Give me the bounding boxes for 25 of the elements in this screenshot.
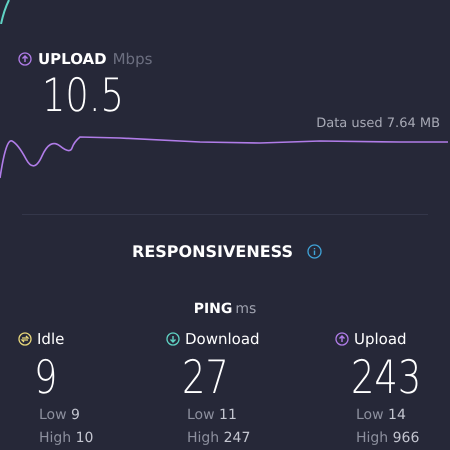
download-icon bbox=[166, 332, 180, 346]
upload-speed: 10.5 bbox=[42, 72, 124, 118]
low-value: Low 14 bbox=[356, 408, 407, 422]
ping-label: Download bbox=[185, 330, 260, 348]
high-value: High 10 bbox=[39, 431, 94, 445]
high-value: High 966 bbox=[356, 431, 420, 445]
low-value: Low 11 bbox=[187, 408, 238, 422]
idle-icon bbox=[18, 332, 32, 346]
ping-value: 243 bbox=[351, 354, 422, 400]
ping-value: 9 bbox=[34, 354, 58, 400]
unit-label: ms bbox=[235, 301, 256, 317]
low-value: Low 9 bbox=[39, 408, 81, 422]
section-title: RESPONSIVENESS bbox=[132, 242, 293, 261]
data-used: Data used 7.64 MB bbox=[316, 116, 440, 131]
ping-label: Upload bbox=[354, 330, 407, 348]
ping-title: PING bbox=[194, 301, 232, 317]
ping-value: 27 bbox=[182, 354, 230, 400]
info-icon[interactable] bbox=[306, 244, 322, 259]
unit-label: Mbps bbox=[112, 50, 152, 68]
upload-icon bbox=[335, 332, 349, 346]
upload-label: UPLOAD bbox=[38, 50, 107, 68]
upload-icon bbox=[18, 52, 32, 66]
gauge-arc bbox=[0, 0, 10, 24]
ping-label: Idle bbox=[37, 330, 64, 348]
high-value: High 247 bbox=[187, 431, 252, 445]
